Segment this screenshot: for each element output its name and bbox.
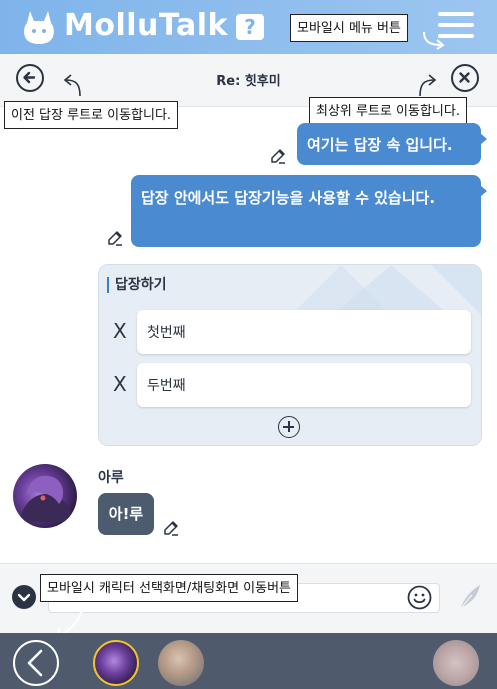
reply-option-field[interactable]: 두번째 — [137, 363, 471, 407]
app-title: MolluTalk — [64, 8, 228, 43]
top-root-callout: 최상위 루트로 이동합니다. — [309, 97, 467, 125]
smiley-icon[interactable] — [407, 585, 432, 610]
speaker-name: 아루 — [98, 470, 124, 486]
reply-options-card: 답장하기 X 첫번째 X 두번째 — [98, 264, 482, 446]
chevron-down-icon[interactable] — [12, 585, 36, 609]
callout-arrow-icon — [419, 74, 437, 97]
reply-option-row: X 첫번째 — [99, 310, 481, 354]
character-avatar[interactable] — [158, 640, 204, 686]
callout-arrow-icon — [423, 31, 445, 50]
message-bubble-own[interactable]: 여기는 답장 속 입니다. — [297, 123, 487, 165]
remove-option-button[interactable]: X — [113, 372, 127, 396]
edit-pencil-icon[interactable] — [106, 229, 124, 247]
remove-option-button[interactable]: X — [113, 319, 127, 343]
edit-pencil-icon[interactable] — [269, 147, 287, 165]
callout-arrow-icon — [63, 74, 81, 97]
help-button[interactable]: ? — [236, 14, 264, 40]
character-avatar[interactable] — [433, 640, 479, 686]
feather-send-icon[interactable] — [456, 583, 482, 611]
message-bubble-other[interactable]: 아!루 — [98, 493, 154, 535]
message-bubble-own[interactable]: 답장 안에서도 답장기능을 사용할 수 있습니다. — [131, 175, 487, 247]
character-nav-bar — [0, 633, 497, 689]
close-circle-icon — [459, 72, 470, 83]
chevron-left-icon[interactable] — [13, 640, 59, 686]
character-avatar-selected[interactable] — [93, 640, 139, 686]
character-portrait-icon — [19, 475, 73, 522]
mobile-switch-callout: 모바일시 캐릭터 선택화면/채팅화면 이동버튼 — [40, 574, 299, 602]
plus-circle-icon[interactable] — [278, 416, 300, 438]
bunny-logo-icon — [24, 11, 54, 44]
reply-option-field[interactable]: 첫번째 — [137, 310, 471, 354]
arrow-left-circle-icon — [23, 71, 36, 84]
reply-card-title: 답장하기 — [107, 277, 167, 293]
reply-option-row: X 두번째 — [99, 363, 481, 407]
thread-title: Re: 힛후미 — [216, 74, 281, 89]
back-to-previous-root-button[interactable] — [16, 64, 44, 92]
edit-pencil-icon[interactable] — [162, 519, 180, 537]
prev-root-callout: 이전 답장 루트로 이동합니다. — [4, 101, 179, 129]
menu-button-callout: 모바일시 메뉴 버튼 — [290, 14, 408, 42]
go-to-top-root-button[interactable] — [451, 64, 479, 92]
speaker-avatar[interactable] — [13, 464, 77, 528]
